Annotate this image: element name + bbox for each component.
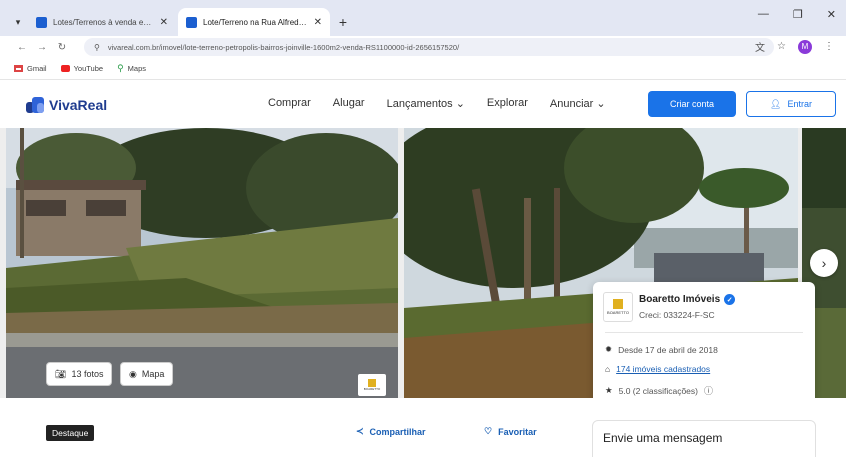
divider: [605, 332, 803, 333]
share-button[interactable]: ≺ Compartilhar: [356, 426, 426, 437]
browser-toolbar: ← → ↻ ⚲ vivareal.com.br/imovel/lote-terr…: [0, 36, 846, 58]
listing-actions-bar: Destaque ≺ Compartilhar ♡ Favoritar Envi…: [0, 398, 846, 457]
new-tab-icon[interactable]: +: [332, 8, 354, 36]
vivareal-favicon-icon: [186, 16, 197, 28]
nav-comprar[interactable]: Comprar: [268, 97, 311, 110]
nav-lancamentos[interactable]: Lançamentos ⌄: [387, 97, 465, 110]
bookmark-youtube[interactable]: YouTube: [60, 64, 103, 73]
tab-search-icon[interactable]: ▾: [8, 8, 28, 36]
address-input[interactable]: ⚲ vivareal.com.br/imovel/lote-terreno-pe…: [84, 38, 774, 56]
camera-icon: 📷︎: [55, 368, 67, 379]
gallery-photo-1[interactable]: 📷︎ 13 fotos ◉ Mapa BOARETTO: [6, 128, 398, 398]
close-window-icon[interactable]: ✕: [827, 8, 836, 21]
info-icon[interactable]: ⓘ: [704, 384, 713, 397]
gmail-icon: [14, 65, 23, 72]
user-icon: 👤︎: [770, 98, 782, 109]
menu-dots-icon[interactable]: ⋮: [824, 41, 834, 52]
logo-text: VivaReal: [49, 97, 108, 113]
back-icon[interactable]: ←: [12, 42, 32, 53]
bookmark-maps[interactable]: ⚲ Maps: [117, 63, 146, 74]
bookmark-gmail[interactable]: Gmail: [14, 64, 47, 73]
advertiser-rating: ★ 5.0 (2 classificações) ⓘ: [605, 384, 714, 397]
screen: ▾ Lotes/Terrenos à venda em Joi ✕ Lote/T…: [0, 0, 846, 457]
reload-icon[interactable]: ↻: [52, 42, 72, 53]
bookmarks-bar: Gmail YouTube ⚲ Maps: [0, 58, 846, 80]
url-text: vivareal.com.br/imovel/lote-terreno-petr…: [107, 42, 460, 52]
advertiser-listings: ⌂ 174 imóveis cadastrados: [605, 364, 710, 374]
advertiser-card: BOARETTO Boaretto Imóveis ✓ Creci: 03322…: [593, 282, 815, 410]
minimize-icon[interactable]: —: [758, 8, 769, 21]
bookmark-star-icon[interactable]: ☆: [777, 41, 786, 52]
nav-alugar[interactable]: Alugar: [333, 97, 365, 110]
message-panel: Envie uma mensagem: [592, 420, 816, 457]
vivareal-favicon-icon: [36, 16, 47, 28]
tab-title: Lote/Terreno na Rua Alfredo W: [203, 17, 308, 27]
browser-tab-listings[interactable]: Lotes/Terrenos à venda em Joi ✕: [28, 8, 176, 36]
share-icon: ≺: [356, 426, 364, 436]
gallery-next-button[interactable]: ›: [810, 249, 838, 277]
browser-tabbar: ▾ Lotes/Terrenos à venda em Joi ✕ Lote/T…: [0, 0, 846, 36]
window-controls: — ❐ ✕: [758, 8, 836, 21]
site-header: VivaReal Comprar Alugar Lançamentos ⌄ Ex…: [0, 80, 846, 128]
site-info-icon[interactable]: ⚲: [94, 43, 100, 52]
nav-anunciar[interactable]: Anunciar ⌄: [550, 97, 606, 110]
create-account-button[interactable]: Criar conta: [648, 91, 736, 117]
maximize-icon[interactable]: ❐: [793, 8, 803, 21]
advertiser-creci: Creci: 033224-F-SC: [639, 310, 715, 320]
maps-pin-icon: ⚲: [117, 63, 124, 73]
login-button[interactable]: 👤︎ Entrar: [746, 91, 836, 117]
nav-explorar[interactable]: Explorar: [487, 97, 528, 110]
youtube-icon: [60, 65, 70, 72]
advertiser-since: ✹ Desde 17 de abril de 2018: [605, 344, 718, 355]
map-pin-icon: ◉: [129, 368, 137, 379]
close-icon[interactable]: ✕: [160, 17, 168, 28]
forward-icon[interactable]: →: [32, 42, 52, 53]
chevron-down-icon: ⌄: [455, 98, 465, 110]
map-button[interactable]: ◉ Mapa: [120, 362, 174, 386]
translate-icon[interactable]: 文: [755, 39, 765, 54]
star-icon: ★: [605, 385, 613, 395]
profile-avatar[interactable]: M: [798, 39, 812, 54]
vivareal-logo[interactable]: VivaReal: [26, 97, 107, 113]
house-icon: ⌂: [605, 364, 611, 374]
listings-link[interactable]: 174 imóveis cadastrados: [616, 364, 710, 374]
toolbar-actions: 文 ☆ M ⋮: [755, 39, 834, 54]
main-nav: Comprar Alugar Lançamentos ⌄ Explorar An…: [268, 97, 606, 110]
favorite-button[interactable]: ♡ Favoritar: [484, 426, 537, 437]
chevron-right-icon: ›: [821, 255, 827, 271]
badge-icon: ✹: [605, 344, 613, 354]
close-icon[interactable]: ✕: [314, 17, 322, 28]
watermark-logo: BOARETTO: [358, 374, 386, 396]
browser-tab-property[interactable]: Lote/Terreno na Rua Alfredo W ✕: [178, 8, 330, 36]
chevron-down-icon: ⌄: [596, 98, 606, 110]
highlight-badge: Destaque: [46, 425, 95, 441]
logo-house-icon: [26, 97, 44, 113]
advertiser-name[interactable]: Boaretto Imóveis ✓: [639, 294, 736, 305]
message-title: Envie uma mensagem: [603, 431, 723, 445]
tab-title: Lotes/Terrenos à venda em Joi: [53, 17, 154, 27]
advertiser-logo[interactable]: BOARETTO: [603, 292, 633, 322]
heart-icon: ♡: [484, 426, 493, 436]
verified-check-icon: ✓: [724, 294, 736, 305]
photos-count-button[interactable]: 📷︎ 13 fotos: [46, 362, 113, 386]
